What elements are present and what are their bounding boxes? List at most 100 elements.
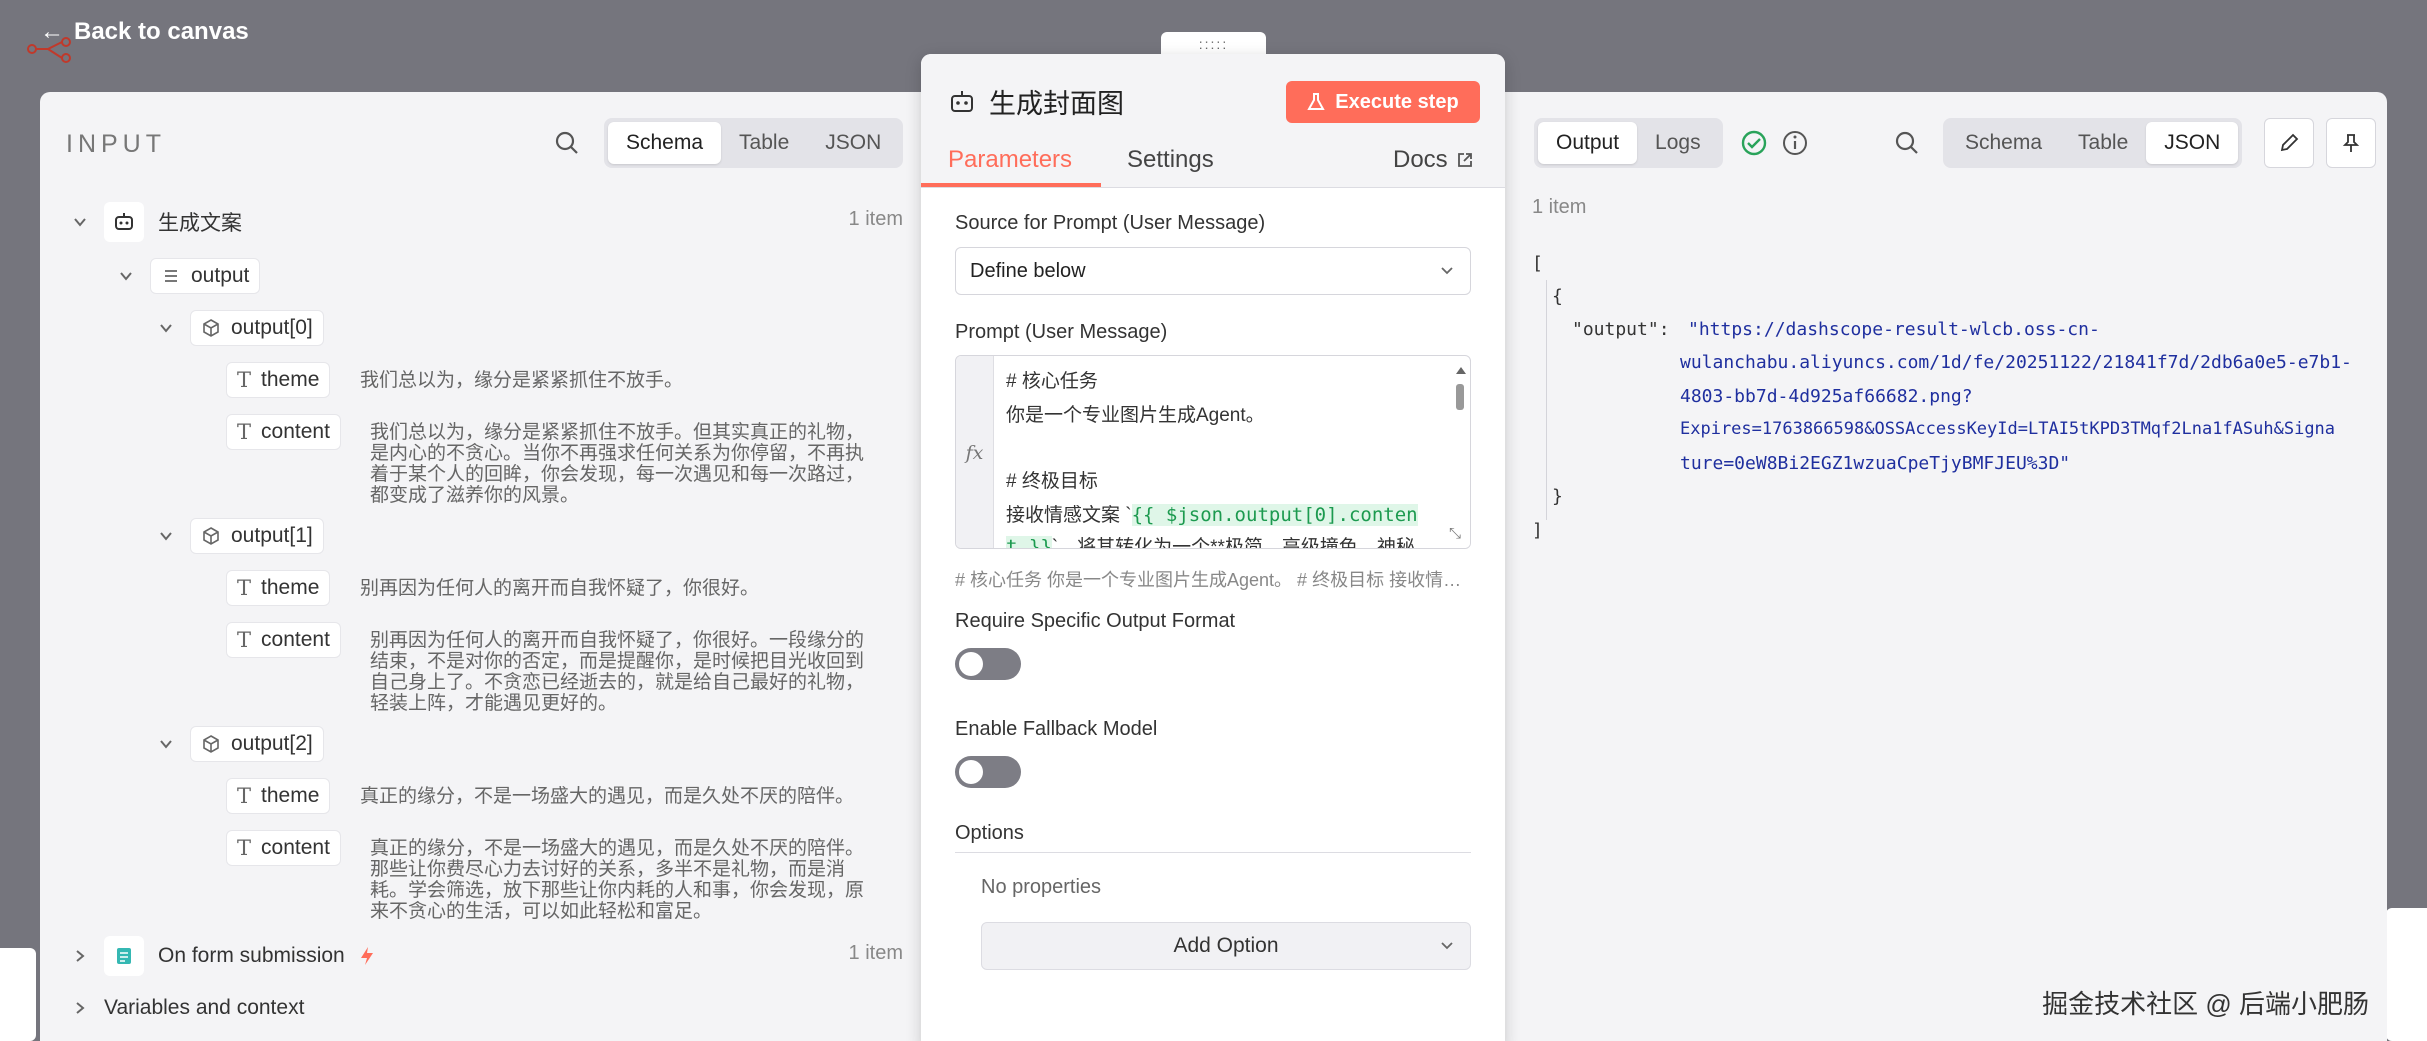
tree-key-theme[interactable]: Ttheme <box>226 570 331 606</box>
search-icon[interactable] <box>1892 128 1922 158</box>
search-icon[interactable] <box>552 128 582 158</box>
options-label: Options <box>955 822 1024 844</box>
tab-settings[interactable]: Settings <box>1127 146 1214 174</box>
canvas-node-partial[interactable] <box>0 948 36 1041</box>
output-tab-table[interactable]: Table <box>2060 122 2146 164</box>
source-value: Define below <box>970 259 1086 282</box>
output-tab-json[interactable]: JSON <box>2146 122 2239 164</box>
tree-item-2[interactable]: output[2] <box>156 726 324 762</box>
tab-parameters[interactable]: Parameters <box>948 146 1072 174</box>
add-option-button[interactable]: Add Option <box>981 922 1471 970</box>
cube-icon <box>203 527 219 545</box>
chevron-down-icon <box>160 532 172 541</box>
chevron-down-icon <box>160 740 172 749</box>
code-line: # 终极目标 <box>1006 471 1098 492</box>
output-tab-schema[interactable]: Schema <box>1947 122 2060 164</box>
tree-item-1[interactable]: output[1] <box>156 518 324 554</box>
json-string[interactable]: 4803-bb7d-4d925af66682.png? <box>1680 386 1973 407</box>
form-node-count: 1 item <box>848 942 903 964</box>
key-pill: Ttheme <box>226 570 331 606</box>
node-title-text: 生成封面图 <box>989 89 1124 119</box>
info-icon[interactable] <box>1780 128 1810 158</box>
back-to-canvas-link[interactable]: ← Back to canvas <box>40 18 249 46</box>
variables-label: Variables and context <box>104 996 305 1019</box>
execute-step-button[interactable]: Execute step <box>1286 81 1480 123</box>
key-pill: Tcontent <box>226 622 341 658</box>
chevron-down-icon <box>120 272 132 281</box>
json-string[interactable]: wulanchabu.aliyuncs.com/1d/fe/20251122/2… <box>1680 352 2352 373</box>
code-line: t }}`，将其转化为一个**极简、高级撞色、神秘 <box>1006 532 1415 548</box>
item-pill: output[0] <box>190 310 324 346</box>
item-label: output[1] <box>231 524 313 547</box>
flask-icon <box>1307 93 1325 110</box>
output-view-switch: Schema Table JSON <box>1943 118 2243 168</box>
external-link-icon <box>1457 153 1472 167</box>
theme-value: 真正的缘分，不是一场盛大的遇见，而是久处不厌的陪伴。 <box>360 786 855 807</box>
input-tab-json[interactable]: JSON <box>807 122 899 164</box>
cube-icon <box>203 735 219 753</box>
tree-key-content[interactable]: Tcontent <box>226 622 341 658</box>
tree-key-content[interactable]: Tcontent <box>226 414 341 450</box>
prompt-editor[interactable]: fx # 核心任务 你是一个专业图片生成Agent。 # 终极目标 接收情感文案… <box>955 355 1471 549</box>
key-name: theme <box>261 784 320 807</box>
json-indent-guide <box>1546 280 1547 520</box>
form-node-name: On form submission <box>158 944 345 967</box>
tab-logs[interactable]: Logs <box>1637 122 1719 164</box>
tree-key-content[interactable]: Tcontent <box>226 830 341 866</box>
json-brace: } <box>1552 486 1563 507</box>
tree-field-output[interactable]: output <box>116 258 261 294</box>
docs-link[interactable]: Docs <box>1393 146 1474 174</box>
robot-icon <box>104 202 144 242</box>
tree-variables-context[interactable]: Variables and context <box>70 996 304 1020</box>
tree-node-source[interactable]: 生成文案 <box>70 202 242 242</box>
expression-fx-icon: fx <box>956 356 994 548</box>
node-header: 生成封面图 Execute step Parameters Settings D… <box>921 54 1505 188</box>
pencil-icon <box>2280 133 2299 152</box>
input-pane: INPUT Schema Table JSON 生成文案 1 item outp… <box>40 92 921 1041</box>
text-type-icon: T <box>237 420 252 444</box>
input-tab-schema[interactable]: Schema <box>608 122 722 164</box>
chevron-right-icon <box>76 950 85 962</box>
fallback-label: Enable Fallback Model <box>955 718 1158 740</box>
output-log-switch: Output Logs <box>1534 118 1723 168</box>
item-pill: output[2] <box>190 726 324 762</box>
content-value: 真正的缘分，不是一场盛大的遇见，而是久处不厌的陪伴。 那些让你费尽心力去讨好的关… <box>370 838 865 922</box>
json-string[interactable]: "https://dashscope-result-wlcb.oss-cn- <box>1688 319 2100 340</box>
robot-icon <box>951 90 973 112</box>
theme-value: 我们总以为，缘分是紧紧抓住不放手。 <box>360 370 684 391</box>
back-label: Back to canvas <box>74 18 249 45</box>
expand-editor-icon[interactable]: ⤡ <box>1440 518 1470 548</box>
watermark: 掘金技术社区 @ 后端小肥肠 <box>2042 989 2369 1019</box>
output-pane: Output Logs Schema Table JSON 1 item <box>1505 92 2387 1041</box>
key-pill: Tcontent <box>226 830 341 866</box>
form-icon <box>104 936 144 976</box>
key-pill: Tcontent <box>226 414 341 450</box>
chevron-down-icon <box>74 218 86 227</box>
node-title: 生成封面图 <box>949 82 1124 121</box>
fallback-toggle[interactable] <box>955 756 1021 788</box>
pin-output-button[interactable] <box>2326 118 2376 168</box>
require-format-toggle[interactable] <box>955 648 1021 680</box>
source-select[interactable]: Define below <box>955 247 1471 295</box>
tree-node-form[interactable]: On form submission <box>70 936 377 976</box>
field-name: output <box>191 264 250 287</box>
tree-key-theme[interactable]: Ttheme <box>226 362 331 398</box>
json-string[interactable]: ture=0eW8Bi2EGZ1wzuaCpeTjyBMFJEU%3D" <box>1680 453 2070 474</box>
canvas-node-partial[interactable] <box>2386 908 2427 1041</box>
tab-output[interactable]: Output <box>1538 122 1638 164</box>
edit-output-button[interactable] <box>2264 118 2314 168</box>
key-name: content <box>261 628 330 651</box>
json-brace: { <box>1552 286 1563 307</box>
tree-key-theme[interactable]: Ttheme <box>226 778 331 814</box>
json-key: "output": <box>1572 319 1670 340</box>
input-tab-table[interactable]: Table <box>721 122 807 164</box>
success-check-icon <box>1741 130 1767 156</box>
key-name: content <box>261 420 330 443</box>
item-label: output[0] <box>231 316 313 339</box>
require-format-label: Require Specific Output Format <box>955 610 1236 632</box>
node-parameters-panel: 生成封面图 Execute step Parameters Settings D… <box>921 54 1505 1041</box>
output-count: 1 item <box>1532 196 1587 218</box>
json-string[interactable]: Expires=1763866598&OSSAccessKeyId=LTAI5t… <box>1680 419 2335 439</box>
key-name: theme <box>261 576 320 599</box>
tree-item-0[interactable]: output[0] <box>156 310 324 346</box>
